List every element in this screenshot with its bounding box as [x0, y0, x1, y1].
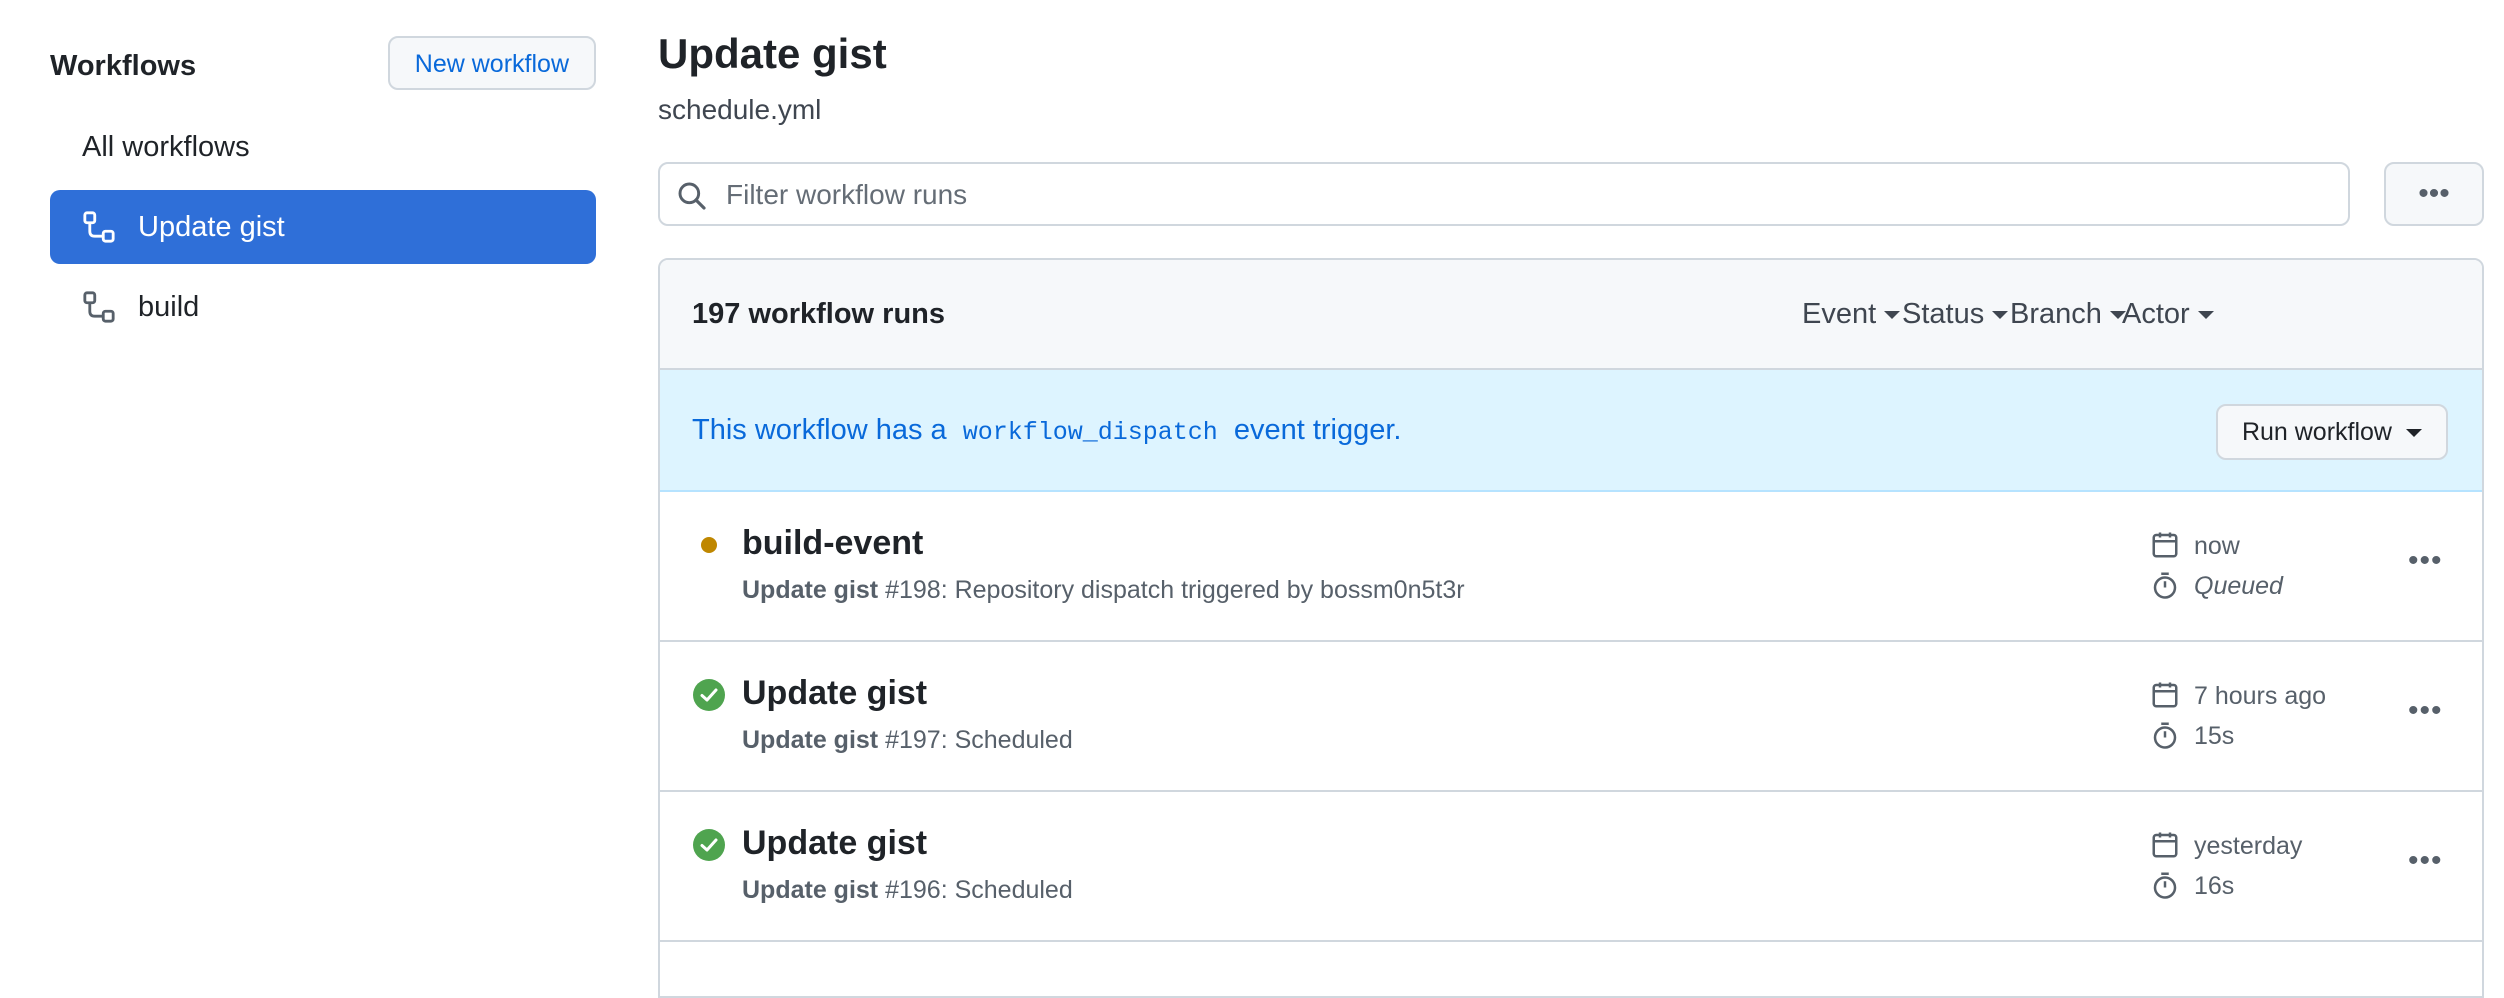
- run-subtitle: Update gist #198: Repository dispatch tr…: [742, 576, 1465, 605]
- run-subtitle: Update gist #197: Scheduled: [742, 726, 1073, 755]
- run-subtitle: Update gist #196: Scheduled: [742, 876, 1073, 905]
- search-icon: [678, 182, 706, 210]
- sidebar-item-label: Update gist: [138, 210, 285, 243]
- status-filter-dropdown[interactable]: Status: [1902, 298, 2009, 331]
- filter-label: Branch: [2010, 298, 2102, 330]
- banner-suffix: event trigger.: [1233, 414, 1402, 446]
- caret-down-icon: [2197, 311, 2214, 320]
- run-actions-button[interactable]: •••: [2408, 694, 2443, 728]
- actor-filter-dropdown[interactable]: Actor: [2122, 298, 2214, 331]
- sidebar-title: Workflows: [50, 50, 197, 82]
- runs-header: 197 workflow runs Event Status Branch Ac…: [660, 260, 2482, 370]
- sidebar-item-label: build: [138, 290, 200, 323]
- sidebar-item-all-workflows[interactable]: All workflows: [50, 110, 596, 184]
- success-check-icon: [693, 679, 725, 711]
- run-actions-button[interactable]: •••: [2408, 844, 2443, 878]
- run-duration: 15s: [2194, 722, 2235, 750]
- branch-filter-dropdown[interactable]: Branch: [2010, 298, 2126, 331]
- workflow-file-link[interactable]: schedule.yml: [658, 94, 821, 126]
- banner-prefix: This workflow has a: [692, 414, 947, 446]
- run-workflow-name: Update gist: [742, 876, 879, 904]
- caret-down-icon: [2406, 429, 2422, 438]
- run-workflow-name: Update gist: [742, 576, 879, 604]
- run-date: now: [2194, 532, 2240, 560]
- success-check-icon: [693, 829, 725, 861]
- run-duration: 16s: [2194, 872, 2235, 900]
- stopwatch-icon: [2153, 722, 2177, 749]
- run-actions-button[interactable]: •••: [2408, 544, 2443, 578]
- run-duration: Queued: [2194, 572, 2283, 600]
- filter-label: Actor: [2122, 298, 2190, 330]
- workflow-icon: [83, 211, 115, 243]
- run-detail: #196: Scheduled: [885, 876, 1073, 904]
- calendar-icon: [2152, 682, 2178, 708]
- page-title: Update gist: [658, 30, 887, 77]
- filter-runs-input[interactable]: [724, 172, 2328, 218]
- filter-label: Status: [1902, 298, 1985, 330]
- run-workflow-name: Update gist: [742, 726, 879, 754]
- runs-count: 197 workflow runs: [692, 298, 946, 330]
- sidebar-item-label: All workflows: [82, 130, 250, 163]
- caret-down-icon: [1992, 311, 2009, 320]
- run-detail: #197: Scheduled: [885, 726, 1073, 754]
- run-row[interactable]: Update gist Update gist #197: Scheduled …: [660, 642, 2482, 792]
- more-options-button[interactable]: •••: [2384, 162, 2484, 226]
- workflow-runs-panel: 197 workflow runs Event Status Branch Ac…: [658, 258, 2484, 998]
- calendar-icon: [2152, 832, 2178, 858]
- workflow-dispatch-banner: This workflow has a workflow_dispatch ev…: [660, 370, 2482, 492]
- run-row[interactable]: Update gist Update gist #196: Scheduled …: [660, 792, 2482, 942]
- banner-text: This workflow has a workflow_dispatch ev…: [692, 414, 1401, 447]
- workflows-sidebar: Workflows New workflow All workflows Upd…: [50, 30, 596, 323]
- kebab-horizontal-icon: •••: [2418, 177, 2450, 210]
- run-detail: #198: Repository dispatch triggered by b…: [885, 576, 1465, 604]
- queued-status-icon: [701, 537, 717, 553]
- filter-label: Event: [1802, 298, 1877, 330]
- sidebar-item-build[interactable]: build: [50, 270, 596, 344]
- calendar-icon: [2152, 532, 2178, 558]
- run-title-link[interactable]: Update gist: [742, 824, 927, 863]
- run-date: 7 hours ago: [2194, 682, 2327, 710]
- banner-code: workflow_dispatch: [962, 418, 1218, 447]
- sidebar-header: Workflows New workflow: [50, 30, 596, 100]
- stopwatch-icon: [2153, 872, 2177, 899]
- run-title-link[interactable]: build-event: [742, 524, 923, 563]
- sidebar-item-update-gist[interactable]: Update gist: [50, 190, 596, 264]
- run-title-link[interactable]: Update gist: [742, 674, 927, 713]
- caret-down-icon: [1884, 311, 1901, 320]
- workflow-icon: [83, 291, 115, 323]
- run-workflow-button[interactable]: Run workflow: [2215, 404, 2448, 460]
- filter-runs-field[interactable]: [658, 162, 2350, 226]
- run-workflow-label: Run workflow: [2241, 418, 2392, 446]
- event-filter-dropdown[interactable]: Event: [1802, 298, 1901, 331]
- run-row[interactable]: build-event Update gist #198: Repository…: [660, 492, 2482, 642]
- stopwatch-icon: [2153, 572, 2177, 599]
- new-workflow-button[interactable]: New workflow: [387, 36, 596, 90]
- run-date: yesterday: [2194, 832, 2303, 860]
